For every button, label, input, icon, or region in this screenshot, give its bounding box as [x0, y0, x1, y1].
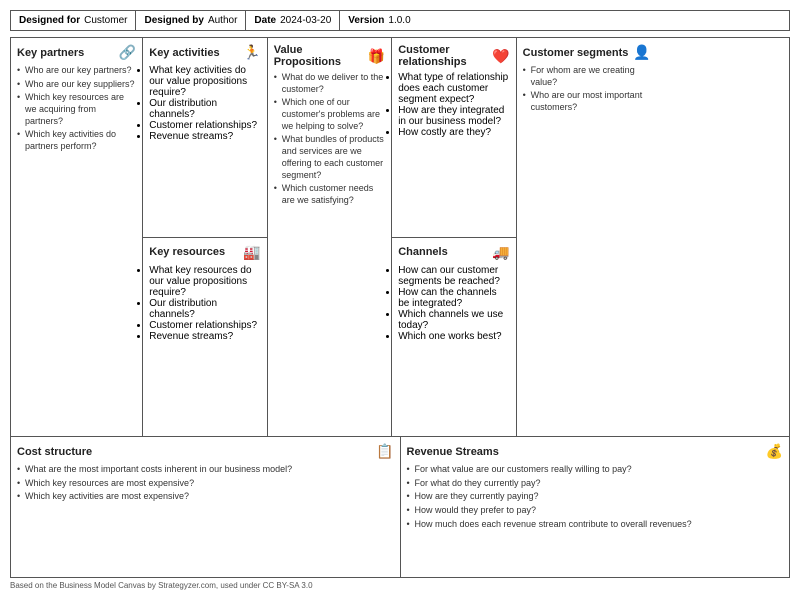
key-partners-list: Who are our key partners? Who are our ke…	[17, 65, 136, 155]
designed-for-value: Customer	[84, 15, 127, 26]
revenue-streams-section: Revenue Streams 💰 For what value are our…	[401, 437, 790, 577]
key-activities-icon: 🏃	[243, 44, 260, 61]
channels-list: How can our customer segments be reached…	[398, 265, 509, 342]
list-item: Our distribution channels?	[149, 98, 260, 120]
list-item: How can the channels be integrated?	[398, 287, 509, 309]
key-resources-section: Key resources 🏭 What key resources do ou…	[143, 238, 266, 437]
list-item: Revenue streams?	[149, 131, 260, 142]
customer-relationships-list: What type of relationship does each cust…	[398, 72, 509, 138]
list-item: For what do they currently pay?	[407, 478, 784, 490]
list-item: How are they integrated in our business …	[398, 105, 509, 127]
list-item: Which key resources are most expensive?	[17, 478, 394, 490]
date-value: 2024-03-20	[280, 15, 331, 26]
designed-by-label: Designed by	[144, 15, 203, 26]
list-item: Who are our most important customers?	[523, 90, 651, 113]
designed-by-cell: Designed by Author	[136, 11, 246, 30]
list-item: How are they currently paying?	[407, 491, 784, 503]
revenue-streams-icon: 💰	[766, 443, 783, 460]
designed-for-label: Designed for	[19, 15, 80, 26]
list-item: How costly are they?	[398, 127, 509, 138]
list-item: Which channels we use today?	[398, 309, 509, 331]
list-item: Our distribution channels?	[149, 298, 260, 320]
designed-for-cell: Designed for Customer	[11, 11, 136, 30]
customer-relationships-section: Customer relationships ❤️ What type of r…	[392, 38, 515, 238]
cost-structure-list: What are the most important costs inhere…	[17, 464, 394, 505]
footer: Based on the Business Model Canvas by St…	[10, 578, 790, 590]
list-item: Who are our key suppliers?	[17, 79, 136, 91]
revenue-streams-title: Revenue Streams 💰	[407, 443, 784, 460]
channels-icon: 🚚	[492, 244, 509, 261]
list-item: Which key activities do partners perform…	[17, 129, 136, 152]
list-item: What are the most important costs inhere…	[17, 464, 394, 476]
canvas-main: Key partners 🔗 Who are our key partners?…	[11, 38, 789, 437]
customer-relationships-title: Customer relationships ❤️	[398, 44, 509, 68]
header: Designed for Customer Designed by Author…	[10, 10, 790, 31]
value-propositions-title: Value Propositions 🎁	[274, 44, 385, 68]
activities-resources-wrapper: Key activities 🏃 What key activities do …	[143, 38, 267, 436]
cost-structure-section: Cost structure 📋 What are the most impor…	[11, 437, 401, 577]
list-item: Which key activities are most expensive?	[17, 491, 394, 503]
key-partners-section: Key partners 🔗 Who are our key partners?…	[11, 38, 143, 436]
canvas-bottom: Cost structure 📋 What are the most impor…	[11, 437, 789, 577]
list-item: Customer relationships?	[149, 120, 260, 131]
list-item: Customer relationships?	[149, 320, 260, 331]
version-label: Version	[348, 15, 384, 26]
key-partners-icon: 🔗	[119, 44, 136, 61]
list-item: What key resources do our value proposit…	[149, 265, 260, 298]
list-item: Revenue streams?	[149, 331, 260, 342]
list-item: How can our customer segments be reached…	[398, 265, 509, 287]
key-resources-title: Key resources 🏭	[149, 244, 260, 261]
list-item: How would they prefer to pay?	[407, 505, 784, 517]
list-item: How much does each revenue stream contri…	[407, 519, 784, 531]
version-value: 1.0.0	[388, 15, 410, 26]
value-propositions-icon: 🎁	[368, 48, 385, 65]
channels-section: Channels 🚚 How can our customer segments…	[392, 238, 515, 437]
key-resources-icon: 🏭	[243, 244, 260, 261]
version-cell: Version 1.0.0	[340, 11, 418, 30]
list-item: What bundles of products and services ar…	[274, 134, 385, 181]
cost-structure-title: Cost structure 📋	[17, 443, 394, 460]
customer-relationships-icon: ❤️	[492, 48, 509, 65]
list-item: Which customer needs are we satisfying?	[274, 183, 385, 206]
list-item: What do we deliver to the customer?	[274, 72, 385, 95]
value-propositions-list: What do we deliver to the customer? Whic…	[274, 72, 385, 209]
date-cell: Date 2024-03-20	[246, 11, 340, 30]
footer-text: Based on the Business Model Canvas by St…	[10, 581, 313, 590]
value-propositions-section: Value Propositions 🎁 What do we deliver …	[268, 38, 392, 436]
customer-segments-section: Customer segments 👤 For whom are we crea…	[517, 38, 657, 436]
list-item: What type of relationship does each cust…	[398, 72, 509, 105]
list-item: What key activities do our value proposi…	[149, 65, 260, 98]
channels-title: Channels 🚚	[398, 244, 509, 261]
business-model-canvas: Key partners 🔗 Who are our key partners?…	[10, 37, 790, 578]
list-item: Which one works best?	[398, 331, 509, 342]
customer-segments-title: Customer segments 👤	[523, 44, 651, 61]
list-item: Which one of our customer's problems are…	[274, 97, 385, 132]
key-partners-title: Key partners 🔗	[17, 44, 136, 61]
cost-structure-icon: 📋	[376, 443, 393, 460]
revenue-streams-list: For what value are our customers really …	[407, 464, 784, 532]
list-item: For whom are we creating value?	[523, 65, 651, 88]
key-activities-title: Key activities 🏃	[149, 44, 260, 61]
customer-segments-icon: 👤	[633, 44, 650, 61]
key-resources-list: What key resources do our value proposit…	[149, 265, 260, 342]
key-activities-list: What key activities do our value proposi…	[149, 65, 260, 142]
designed-by-value: Author	[208, 15, 237, 26]
date-label: Date	[254, 15, 276, 26]
list-item: For what value are our customers really …	[407, 464, 784, 476]
custrel-channels-wrapper: Customer relationships ❤️ What type of r…	[392, 38, 516, 436]
customer-segments-list: For whom are we creating value? Who are …	[523, 65, 651, 116]
list-item: Which key resources are we acquiring fro…	[17, 92, 136, 127]
key-activities-section: Key activities 🏃 What key activities do …	[143, 38, 266, 238]
list-item: Who are our key partners?	[17, 65, 136, 77]
